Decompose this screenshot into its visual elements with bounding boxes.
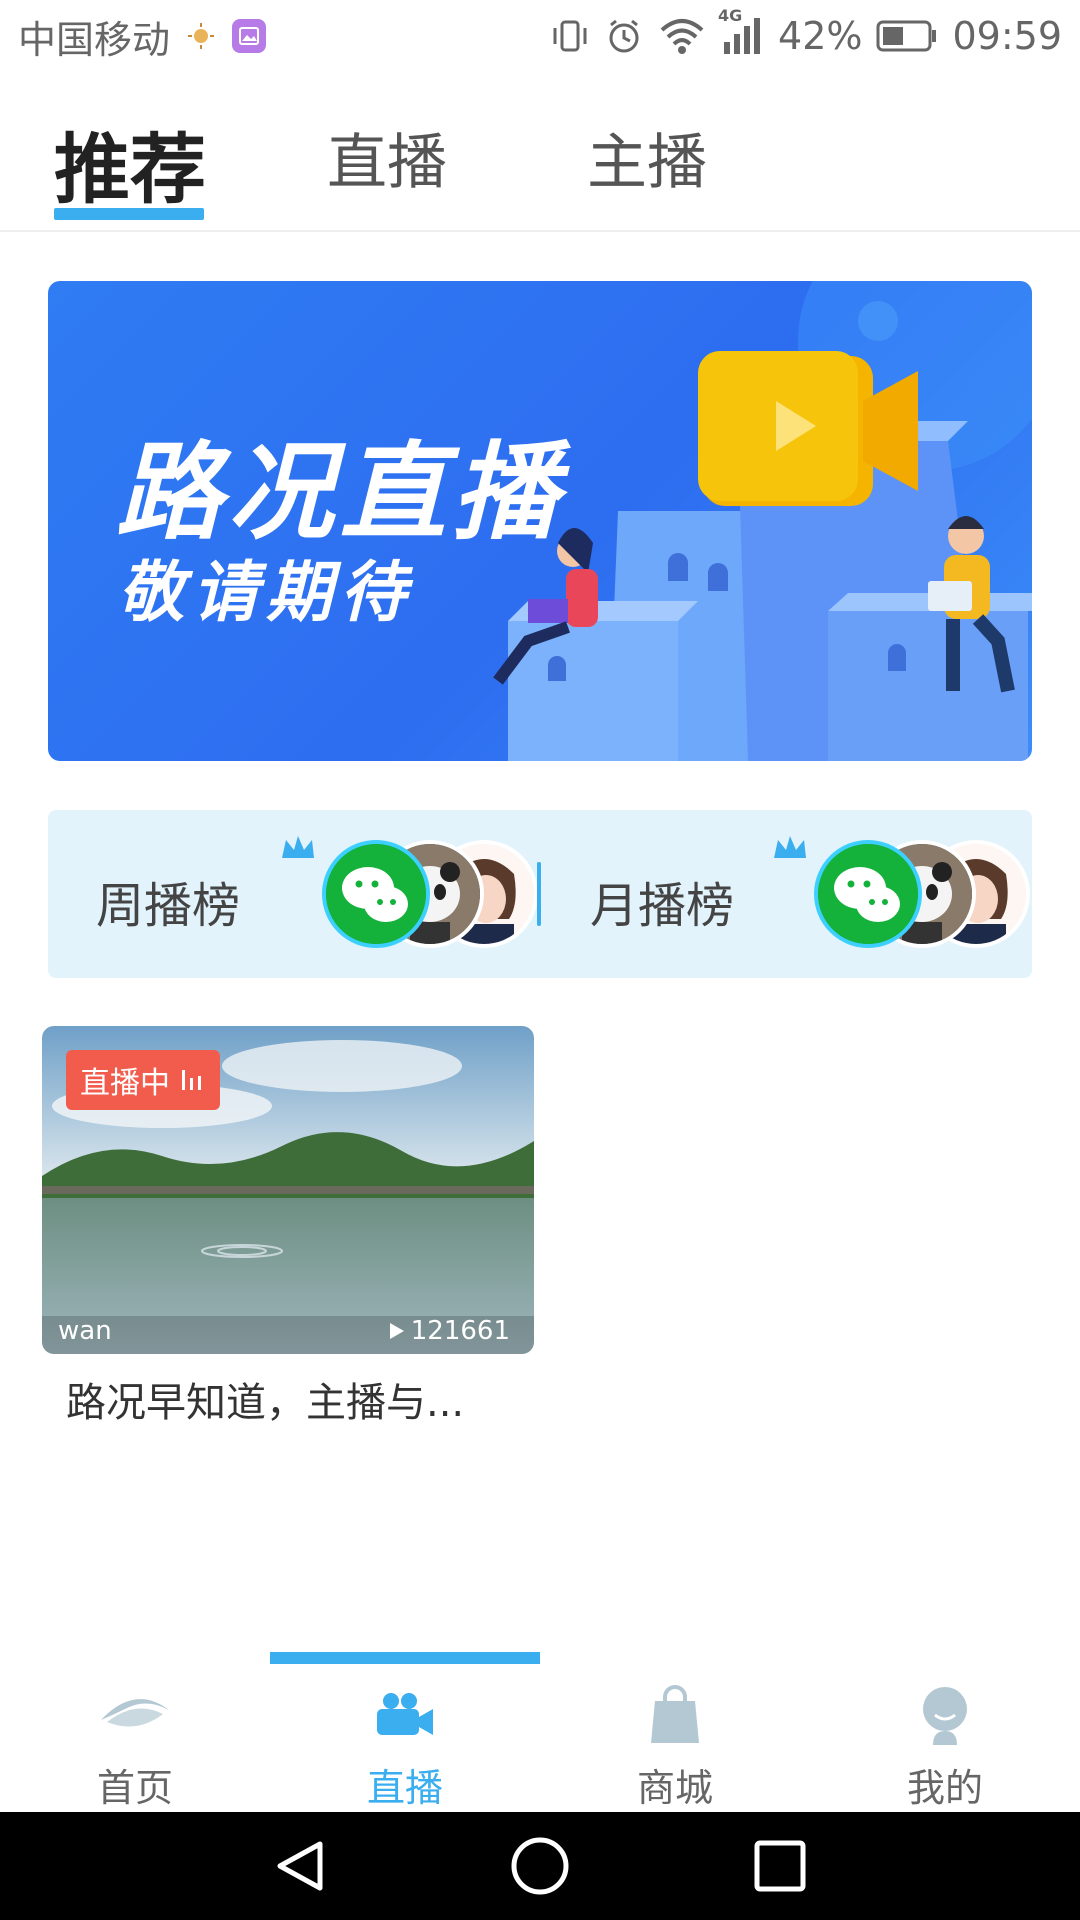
vibrate-icon — [550, 16, 590, 56]
monthly-ranking-label[interactable]: 月播榜 — [590, 866, 734, 936]
streamer-name: wan — [58, 1316, 112, 1346]
person-icon — [919, 1676, 971, 1753]
top-tab-bar: 推荐 直播 主播 — [0, 72, 1080, 232]
weather-icon — [184, 19, 218, 53]
live-status-badge: 直播中 — [66, 1050, 220, 1110]
play-icon — [389, 1323, 404, 1339]
eye-icon — [97, 1676, 173, 1753]
nav-item-live[interactable]: 直播 — [270, 1670, 540, 1812]
nav-label-mall: 商城 — [636, 1766, 713, 1810]
shopping-bag-icon — [649, 1676, 701, 1753]
live-stream-card[interactable]: 直播中 wan 121661 — [42, 1026, 534, 1354]
network-type: 4G — [718, 6, 743, 25]
nav-label-live: 直播 — [366, 1766, 443, 1810]
back-icon[interactable] — [268, 1834, 332, 1898]
live-badge-label: 直播中 — [80, 1066, 170, 1101]
tab-anchor[interactable]: 主播 — [587, 114, 707, 201]
battery-percent: 42% — [778, 14, 863, 58]
battery-icon — [876, 18, 938, 54]
nav-item-home[interactable]: 首页 — [0, 1670, 270, 1812]
nav-label-mine: 我的 — [906, 1766, 983, 1810]
wifi-icon — [658, 16, 706, 56]
crown-icon — [774, 836, 806, 858]
clock-time: 09:59 — [952, 14, 1062, 58]
banner-subtitle: 敬请期待 — [118, 554, 414, 631]
nav-item-mall[interactable]: 商城 — [540, 1670, 810, 1812]
ranking-panel: 周播榜 月播榜 — [48, 810, 1032, 978]
bottom-navigation: 首页 直播 商城 我的 — [0, 1640, 1080, 1812]
recents-square-icon[interactable] — [748, 1834, 812, 1898]
tab-recommend[interactable]: 推荐 — [54, 108, 206, 218]
home-circle-icon[interactable] — [508, 1834, 572, 1898]
status-bar: 中国移动 4G 42% 09:59 — [0, 0, 1080, 72]
ranking-divider — [537, 862, 541, 926]
live-bars-icon — [182, 1070, 201, 1090]
tab-live[interactable]: 直播 — [327, 114, 447, 201]
view-count: 121661 — [389, 1316, 510, 1346]
tab-active-indicator — [54, 208, 204, 220]
banner-title: 路况直播 — [116, 431, 564, 554]
ranking-avatar-1[interactable] — [322, 840, 430, 948]
ranking-avatar-4[interactable] — [814, 840, 922, 948]
alarm-icon — [604, 16, 644, 56]
nav-active-indicator — [270, 1652, 540, 1664]
signal-icon: 4G — [718, 6, 764, 58]
nav-item-mine[interactable]: 我的 — [810, 1670, 1080, 1812]
weekly-ranking-label[interactable]: 周播榜 — [96, 866, 240, 936]
live-card-title[interactable]: 路况早知道，主播与... — [66, 1370, 464, 1428]
gallery-icon — [232, 19, 267, 53]
crown-icon — [282, 836, 314, 858]
system-navigation-bar — [0, 1812, 1080, 1920]
nav-label-home: 首页 — [96, 1766, 173, 1810]
carrier-name: 中国移动 — [18, 17, 171, 62]
promo-banner[interactable]: 路况直播 敬请期待 — [48, 281, 1032, 761]
view-count-value: 121661 — [410, 1316, 510, 1346]
video-camera-icon — [373, 1676, 437, 1753]
